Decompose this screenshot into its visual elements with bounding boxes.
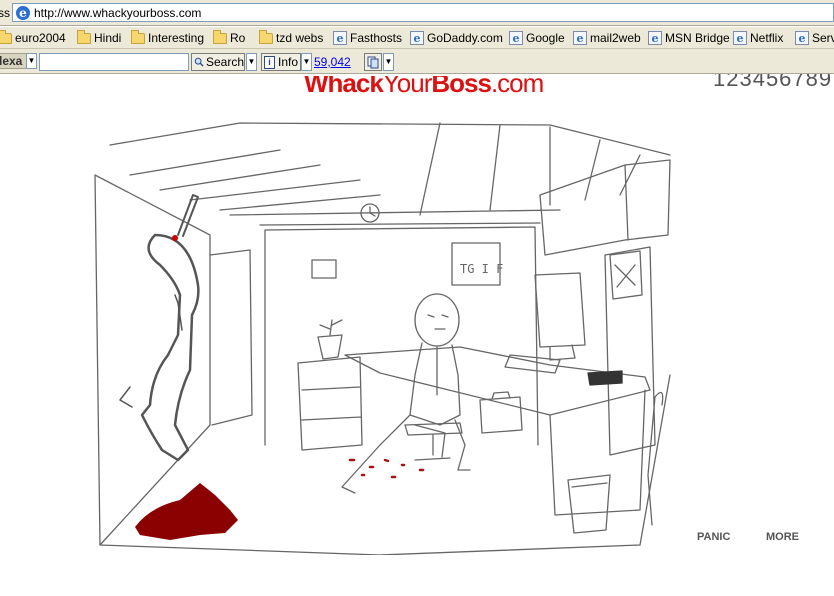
ie-page-icon: e bbox=[16, 5, 30, 20]
ie-page-icon: e bbox=[648, 31, 662, 45]
link-label: GoDaddy.com bbox=[427, 31, 503, 45]
toolbar-info-button[interactable]: i Info bbox=[261, 53, 301, 71]
link-mail2web[interactable]: e mail2web bbox=[573, 30, 641, 46]
chevron-down-icon: ▼ bbox=[247, 57, 256, 66]
ie-page-icon: e bbox=[410, 31, 424, 45]
related-links-dropdown[interactable]: ▼ bbox=[383, 53, 394, 71]
ceiling-outline bbox=[109, 122, 671, 156]
link-label: Hindi bbox=[94, 31, 122, 45]
right-partition bbox=[604, 246, 656, 456]
folder-icon bbox=[259, 29, 273, 44]
search-dropdown[interactable]: ▼ bbox=[246, 53, 257, 71]
more-button[interactable]: MORE bbox=[766, 531, 799, 543]
link-label: euro2004 bbox=[15, 31, 66, 45]
ie-page-icon: e bbox=[509, 31, 523, 45]
alexa-menu-dropdown[interactable]: ▼ bbox=[26, 53, 37, 69]
link-tzd-webs[interactable]: tzd webs bbox=[259, 29, 324, 46]
link-hindi[interactable]: Hindi bbox=[77, 29, 122, 46]
overhead-cabinet bbox=[539, 159, 671, 256]
related-links-icon bbox=[367, 56, 379, 68]
search-icon bbox=[194, 57, 204, 67]
wall-calendar bbox=[609, 250, 643, 300]
knife bbox=[177, 194, 199, 237]
link-godaddy[interactable]: e GoDaddy.com bbox=[410, 30, 503, 46]
address-bar-row: ss e http://www.whackyourboss.com bbox=[0, 0, 834, 26]
address-input[interactable]: e http://www.whackyourboss.com bbox=[12, 3, 834, 22]
link-label: Fasthosts bbox=[350, 31, 403, 45]
game-scene[interactable]: TG I F bbox=[80, 115, 680, 555]
stapler bbox=[587, 370, 623, 386]
link-interesting[interactable]: Interesting bbox=[131, 29, 205, 46]
blood-drops bbox=[348, 458, 425, 479]
right-desk-drawers bbox=[549, 389, 646, 516]
address-label: ss bbox=[0, 6, 10, 20]
link-label: Google bbox=[526, 31, 565, 45]
blood-pool bbox=[135, 483, 238, 540]
left-desk-drawers bbox=[297, 356, 363, 451]
ie-page-icon: e bbox=[733, 31, 747, 45]
ie-page-icon: e bbox=[333, 31, 347, 45]
chevron-down-icon: ▼ bbox=[384, 57, 393, 66]
briefcase bbox=[479, 391, 523, 434]
back-wall-top bbox=[229, 209, 561, 226]
folder-icon bbox=[131, 29, 145, 44]
search-button-label: Search bbox=[205, 55, 244, 69]
links-bar: euro2004 Hindi Interesting Ro tzd webs e… bbox=[0, 27, 834, 49]
address-url: http://www.whackyourboss.com bbox=[34, 5, 202, 20]
folder-icon bbox=[77, 29, 91, 44]
link-label: Netflix bbox=[750, 31, 784, 45]
ie-page-icon: e bbox=[795, 31, 809, 45]
link-label: MSN Bridge bbox=[665, 31, 730, 45]
chevron-down-icon: ▼ bbox=[302, 57, 311, 66]
potted-plant bbox=[317, 319, 343, 360]
computer-monitor bbox=[534, 272, 586, 361]
related-links-button[interactable] bbox=[364, 53, 382, 71]
link-msn-bridge[interactable]: e MSN Bridge bbox=[648, 30, 730, 46]
link-google[interactable]: e Google bbox=[509, 30, 565, 46]
info-dropdown[interactable]: ▼ bbox=[301, 53, 312, 71]
ie-page-icon: e bbox=[573, 31, 587, 45]
back-wall bbox=[264, 226, 539, 446]
link-label: Interesting bbox=[148, 31, 205, 45]
trash-basket bbox=[567, 474, 611, 534]
office-chair bbox=[404, 422, 463, 461]
toolbar-search-input[interactable] bbox=[39, 53, 189, 71]
alexa-logo[interactable]: lexa bbox=[0, 53, 28, 69]
link-label: tzd webs bbox=[276, 31, 324, 45]
folder-icon bbox=[213, 29, 227, 44]
left-panel bbox=[209, 249, 253, 426]
info-icon: i bbox=[264, 55, 275, 69]
wound-mark bbox=[172, 235, 178, 241]
chevron-down-icon: ▼ bbox=[27, 56, 36, 65]
link-label: Ro bbox=[230, 31, 246, 45]
link-ro[interactable]: Ro bbox=[213, 29, 246, 46]
poster-text: TG I F bbox=[460, 262, 503, 276]
toolbar-search-button[interactable]: Search bbox=[191, 53, 245, 71]
link-netflix[interactable]: e Netflix bbox=[733, 30, 783, 46]
ceiling-beams bbox=[129, 122, 641, 216]
alexa-rank-link[interactable]: 59,042 bbox=[314, 55, 351, 69]
alexa-toolbar: lexa ▼ Search ▼ i Info ▼ 59,042 ▼ bbox=[0, 49, 834, 74]
link-label: Serv bbox=[812, 31, 834, 45]
panic-button[interactable]: PANIC bbox=[697, 531, 730, 543]
skewered-boss-figure bbox=[119, 233, 200, 462]
link-label: mail2web bbox=[590, 31, 641, 45]
wall-note bbox=[311, 259, 337, 279]
link-euro2004[interactable]: euro2004 bbox=[0, 29, 66, 46]
link-fasthosts[interactable]: e Fasthosts bbox=[333, 30, 402, 46]
info-button-label: Info bbox=[278, 55, 299, 69]
link-serv[interactable]: e Serv bbox=[795, 30, 834, 46]
folder-icon bbox=[0, 29, 12, 44]
